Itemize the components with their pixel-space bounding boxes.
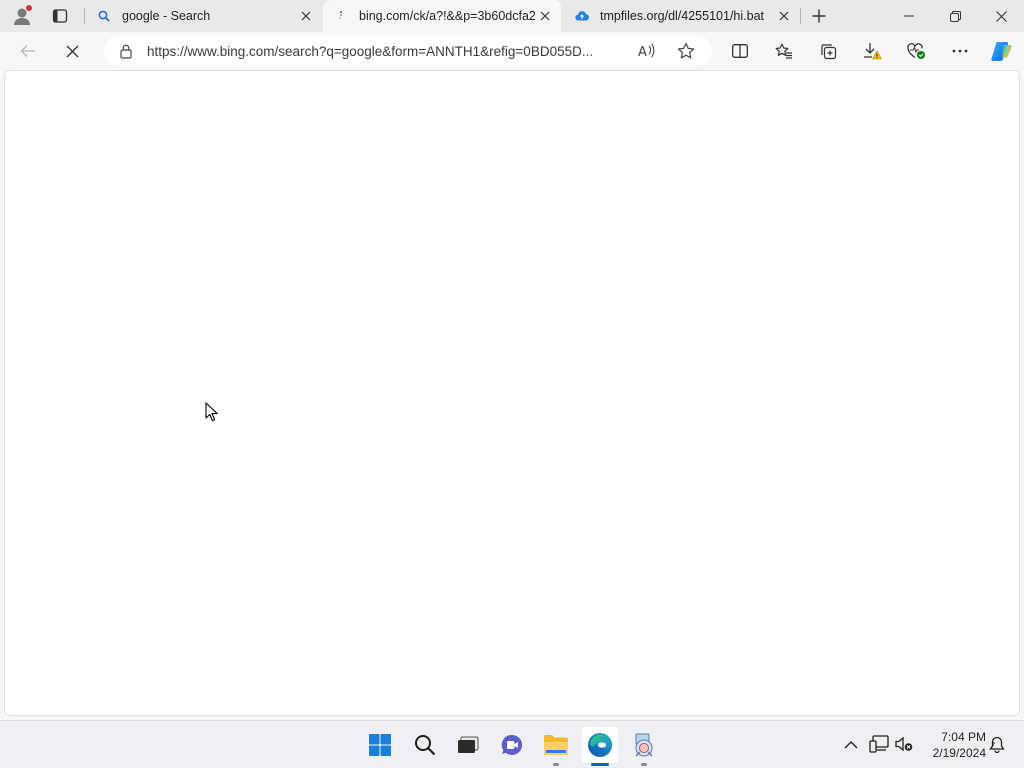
clock-date: 2/19/2024 (932, 746, 986, 760)
notifications-button[interactable] (986, 733, 1008, 755)
edge-icon (588, 733, 612, 757)
minimize-icon (904, 15, 914, 17)
tab-separator (84, 8, 85, 24)
notification-dot (26, 5, 32, 11)
restore-button[interactable] (932, 0, 978, 32)
web-page-blank[interactable] (4, 70, 1020, 716)
app-taskbar-button[interactable] (626, 727, 662, 763)
close-tab-icon[interactable] (535, 6, 555, 26)
start-button[interactable] (362, 727, 398, 763)
close-tab-icon[interactable] (774, 6, 794, 26)
collections-button[interactable] (813, 37, 843, 65)
mouse-cursor-icon (205, 402, 218, 422)
tab-separator (800, 8, 801, 24)
new-tab-button[interactable] (806, 4, 832, 28)
favorites-button[interactable] (769, 37, 799, 65)
back-button[interactable] (13, 37, 43, 65)
stop-loading-icon (66, 45, 78, 57)
tab-bing-redirect[interactable]: bing.com/ck/a?!&&p=3b60dcfa2 (323, 0, 561, 32)
downloads-button[interactable] (857, 37, 887, 65)
chat-button[interactable] (494, 727, 530, 763)
minimize-button[interactable] (886, 0, 932, 32)
taskbar-search-button[interactable] (407, 727, 443, 763)
browser-essentials-button[interactable] (901, 37, 931, 65)
running-indicator (553, 763, 559, 766)
svg-text:A: A (638, 45, 647, 59)
active-indicator (591, 763, 609, 766)
address-bar[interactable]: https://www.bing.com/search?q=google&for… (104, 36, 712, 66)
downloads-warning-icon (864, 43, 882, 60)
content-frame (0, 70, 1024, 720)
lock-icon[interactable] (118, 43, 134, 59)
tab-tmpfiles[interactable]: tmpfiles.org/dl/4255101/hi.bat (564, 0, 800, 32)
task-view-icon (458, 736, 479, 753)
network-button[interactable] (868, 733, 890, 755)
show-hidden-icons-button[interactable] (840, 733, 862, 755)
stop-loading-button[interactable] (57, 37, 87, 65)
more-options-button[interactable] (945, 37, 975, 65)
cloud-upload-icon (574, 8, 590, 24)
browser-essentials-icon (907, 43, 925, 59)
loading-icon (333, 8, 349, 24)
tab-actions-icon (52, 9, 68, 23)
task-view-button[interactable] (450, 727, 486, 763)
copilot-icon (991, 42, 1012, 61)
running-indicator (641, 763, 647, 766)
volume-muted-icon (895, 736, 913, 752)
collections-icon (820, 43, 836, 59)
taskbar: 7:04 PM 2/19/2024 (0, 720, 1024, 768)
back-icon (20, 45, 35, 57)
volume-button[interactable] (893, 733, 915, 755)
network-icon (869, 735, 889, 753)
split-screen-icon (732, 44, 748, 58)
close-icon (995, 10, 1007, 22)
more-options-icon (952, 49, 968, 53)
plus-icon (812, 9, 826, 23)
restore-icon (949, 10, 961, 22)
split-screen-button[interactable] (725, 37, 755, 65)
notifications-icon (989, 736, 1005, 753)
file-explorer-button[interactable] (538, 727, 574, 763)
system-clock[interactable]: 7:04 PM 2/19/2024 (922, 729, 986, 761)
favorite-star-icon[interactable] (675, 41, 697, 61)
start-icon (369, 734, 391, 756)
search-icon (415, 735, 436, 756)
file-explorer-icon (544, 735, 568, 755)
close-tab-icon[interactable] (296, 6, 316, 26)
chat-icon (501, 734, 523, 755)
navigation-toolbar: https://www.bing.com/search?q=google&for… (0, 32, 1024, 70)
tab-title: tmpfiles.org/dl/4255101/hi.bat (600, 9, 764, 23)
read-aloud-icon[interactable]: A (636, 41, 658, 61)
tab-actions-button[interactable] (46, 4, 74, 28)
app-icon (635, 733, 653, 757)
favorites-icon (775, 43, 792, 59)
show-hidden-icons-chevron (844, 740, 858, 748)
edge-taskbar-button[interactable] (582, 727, 618, 763)
tab-strip: google - Search bing.com/ck/a?!&&p=3b60d… (0, 0, 1024, 32)
tab-title: bing.com/ck/a?!&&p=3b60dcfa2 (359, 9, 535, 23)
close-window-button[interactable] (978, 0, 1024, 32)
tab-google-search[interactable]: google - Search (86, 0, 322, 32)
tab-title: google - Search (122, 9, 211, 23)
url-text[interactable]: https://www.bing.com/search?q=google&for… (147, 44, 625, 59)
search-icon (96, 8, 112, 24)
copilot-button[interactable] (987, 37, 1017, 65)
clock-time: 7:04 PM (941, 730, 986, 744)
